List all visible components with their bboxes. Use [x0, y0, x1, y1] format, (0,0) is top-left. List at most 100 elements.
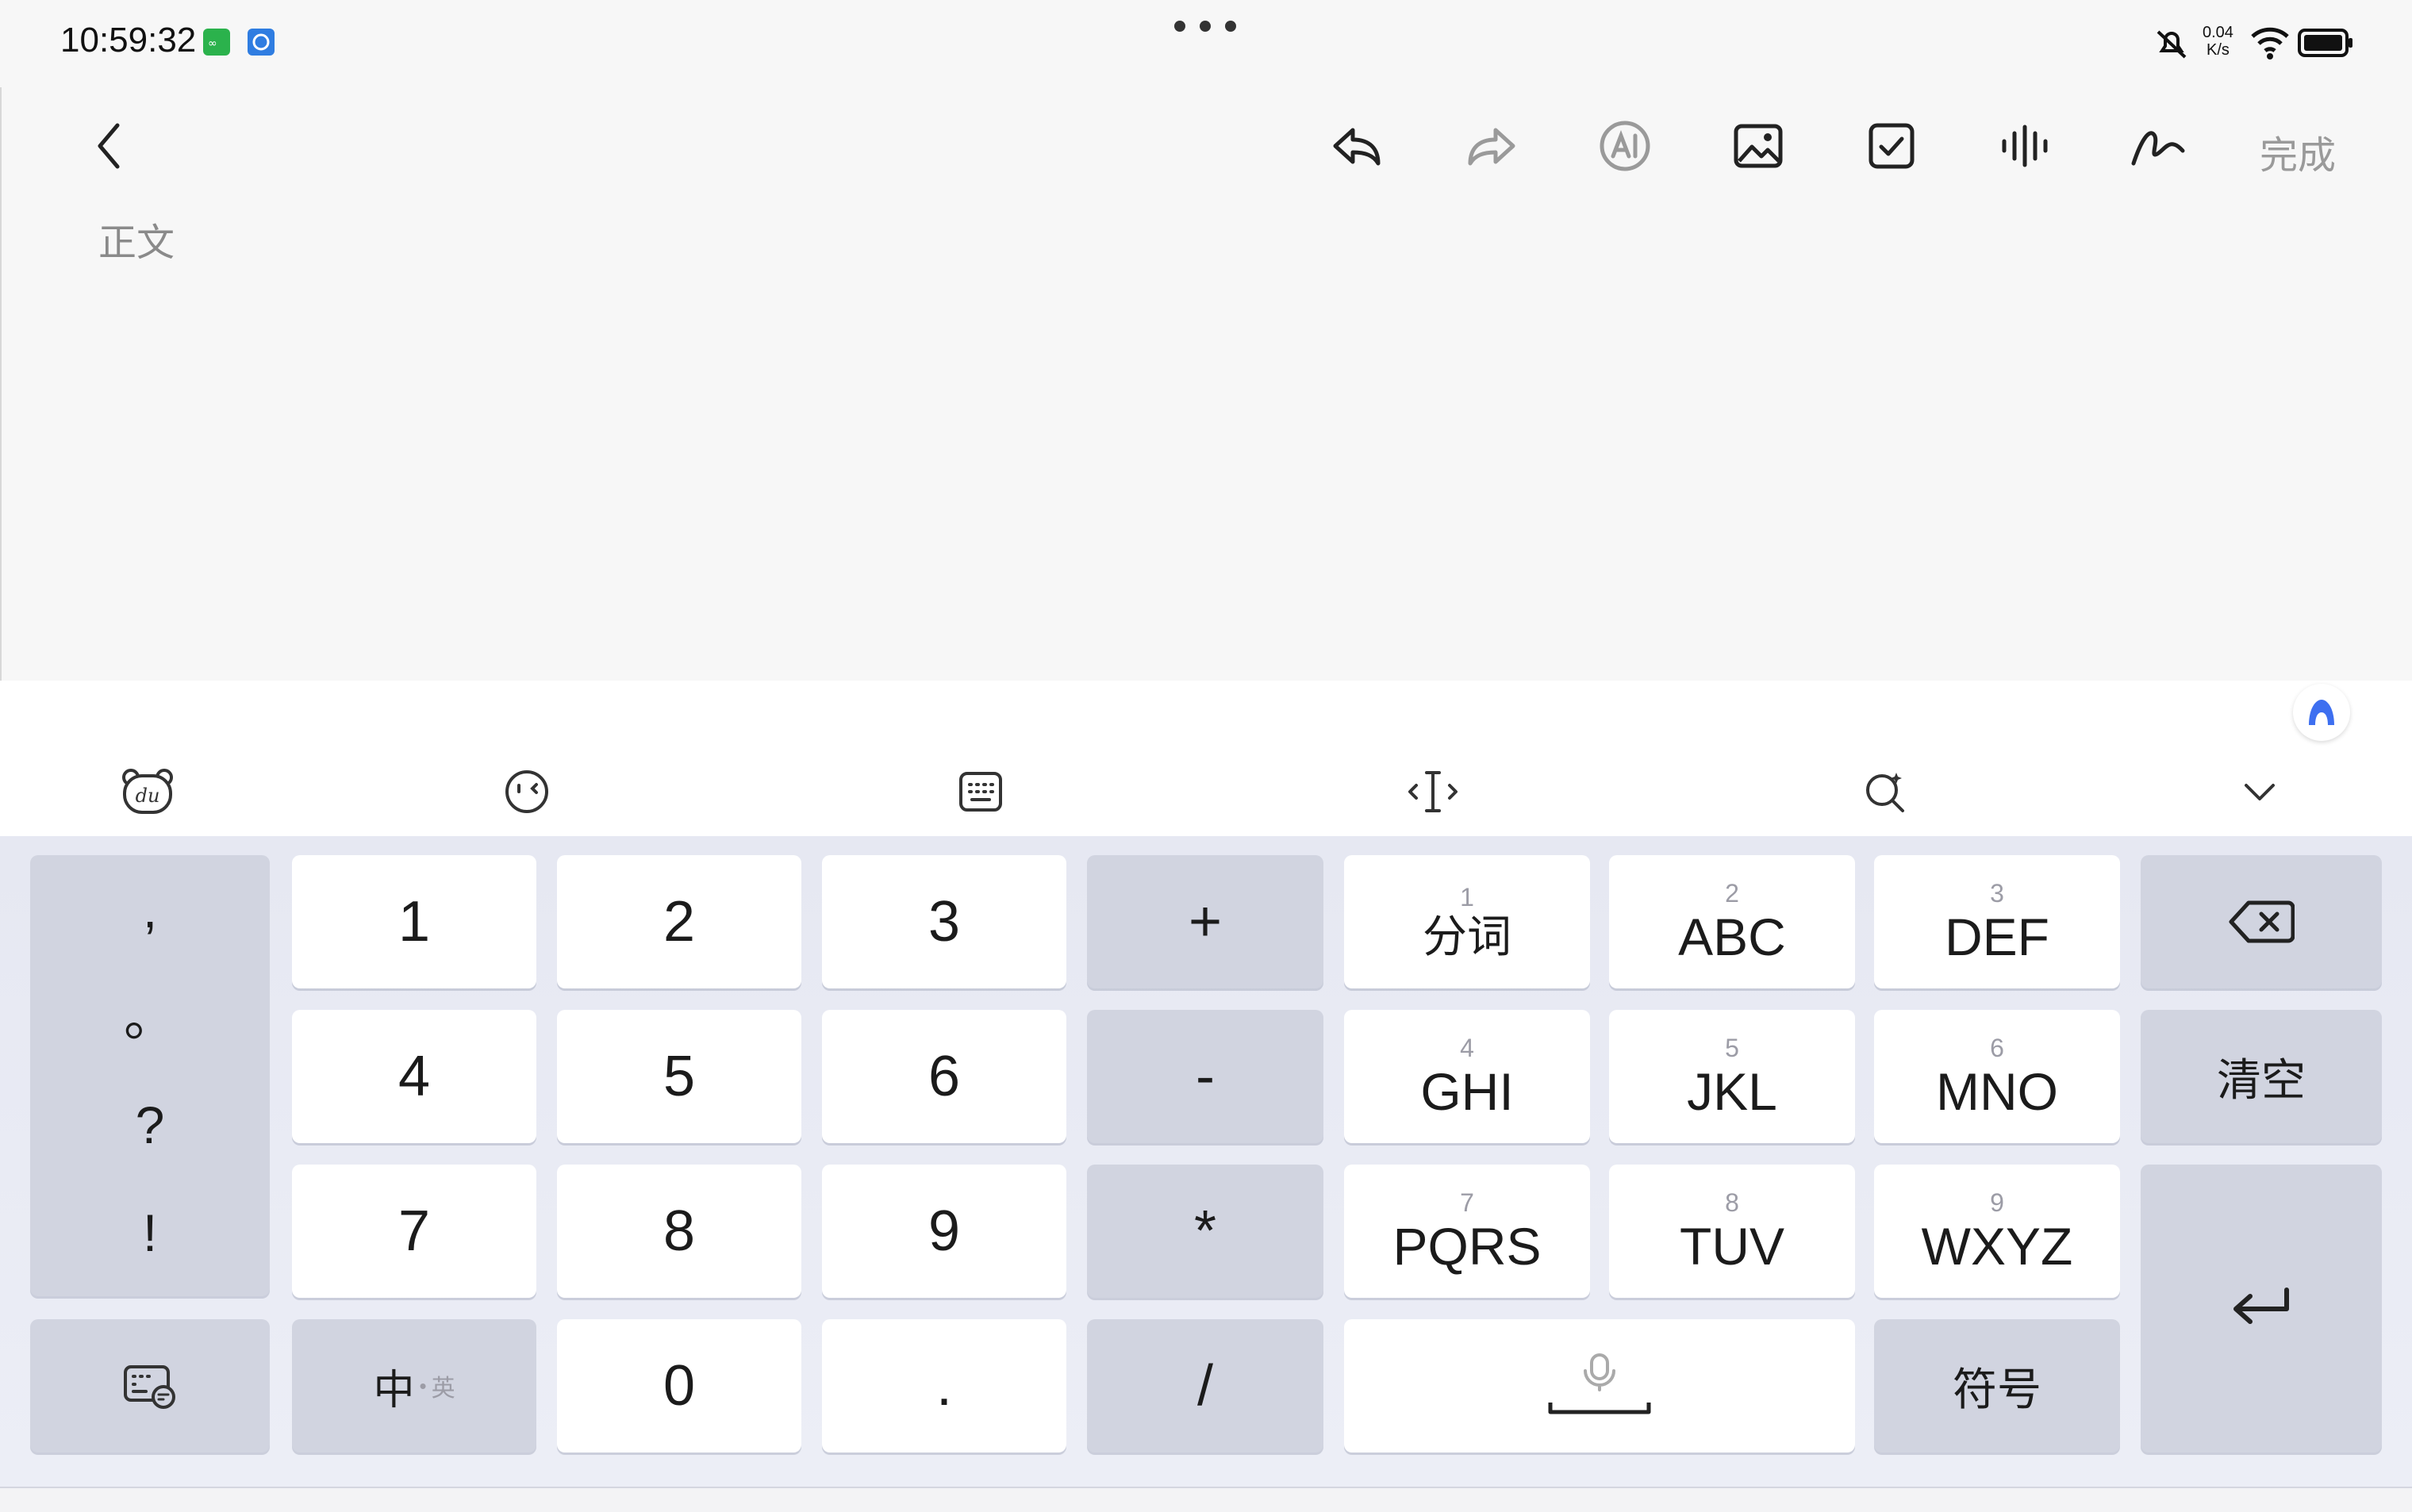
voice-icon[interactable] [1996, 117, 2053, 175]
digit-label: 0 [663, 1354, 696, 1418]
digit-label: 6 [928, 1045, 961, 1108]
enter-icon [2233, 1287, 2289, 1324]
layout-switch-icon [124, 1365, 175, 1409]
window-menu-dots-icon[interactable] [1174, 21, 1236, 32]
ai-icon[interactable] [1596, 117, 1653, 175]
layout-switch-key[interactable] [30, 1319, 270, 1453]
digit-label: 1 [398, 890, 431, 954]
t9-number: 5 [1725, 1034, 1739, 1062]
t9-label: 分词 [1423, 911, 1511, 961]
minus-key[interactable]: - [1087, 1010, 1323, 1143]
t9-key-8[interactable]: 8 TUV [1609, 1165, 1855, 1298]
enter-key[interactable] [2141, 1165, 2382, 1453]
question-key-label[interactable]: ? [136, 1071, 165, 1179]
blue-app-icon [248, 29, 275, 56]
body-placeholder[interactable]: 正文 [98, 211, 175, 267]
du-bear-icon[interactable]: du [116, 760, 179, 823]
svg-text:∞: ∞ [208, 37, 217, 50]
language-toggle-key[interactable]: 中 • 英 [292, 1319, 536, 1453]
t9-number: 9 [1990, 1188, 2004, 1217]
t9-key-3[interactable]: 3 DEF [1874, 855, 2120, 988]
comma-key-label[interactable]: , [143, 855, 157, 963]
digit-key-2[interactable]: 2 [557, 855, 801, 988]
digit-key-0[interactable]: 0 [557, 1319, 801, 1453]
t9-label: JKL [1687, 1062, 1777, 1121]
t9-label: WXYZ [1921, 1217, 2073, 1276]
digit-key-6[interactable]: 6 [822, 1010, 1066, 1143]
redo-icon[interactable] [1463, 117, 1520, 175]
t9-number: 7 [1460, 1188, 1474, 1217]
t9-number: 1 [1460, 883, 1474, 911]
t9-label: ABC [1678, 908, 1786, 966]
t9-key-1[interactable]: 1 分词 [1344, 855, 1590, 988]
mute-bell-icon [2150, 22, 2193, 69]
digit-key-8[interactable]: 8 [557, 1165, 801, 1298]
dot-key[interactable]: . [822, 1319, 1066, 1453]
image-icon[interactable] [1730, 117, 1787, 175]
t9-number: 4 [1460, 1034, 1474, 1062]
handwriting-icon[interactable] [2130, 117, 2187, 175]
t9-number: 2 [1725, 879, 1739, 908]
asterisk-key[interactable]: * [1087, 1165, 1323, 1298]
operator-label: - [1196, 1045, 1215, 1108]
t9-number: 8 [1725, 1188, 1739, 1217]
t9-number: 6 [1990, 1034, 2004, 1062]
lang-separator-dot: • [419, 1373, 427, 1398]
period-key-label[interactable]: 。 [124, 963, 176, 1071]
digit-label: 3 [928, 890, 961, 954]
t9-label: GHI [1420, 1062, 1514, 1121]
battery-icon [2298, 27, 2353, 63]
punctuation-key[interactable]: , 。 ? ! [30, 855, 270, 1296]
symbols-label: 符号 [1953, 1364, 2041, 1414]
undo-icon[interactable] [1328, 117, 1385, 175]
t9-key-2[interactable]: 2 ABC [1609, 855, 1855, 988]
t9-number: 3 [1990, 879, 2004, 908]
collapse-chevron-icon[interactable] [2228, 760, 2291, 823]
space-key[interactable] [1344, 1319, 1855, 1453]
digit-key-1[interactable]: 1 [292, 855, 536, 988]
emoji-icon[interactable] [495, 760, 559, 823]
t9-key-4[interactable]: 4 GHI [1344, 1010, 1590, 1143]
green-app-icon: ∞ [203, 29, 230, 56]
digit-label: 4 [398, 1045, 431, 1108]
operator-label: * [1193, 1199, 1217, 1263]
svg-text:du: du [136, 785, 160, 807]
digit-label: 7 [398, 1199, 431, 1263]
t9-label: MNO [1936, 1062, 2058, 1121]
digit-key-7[interactable]: 7 [292, 1165, 536, 1298]
t9-label: PQRS [1392, 1217, 1542, 1276]
clear-key[interactable]: 清空 [2141, 1010, 2382, 1143]
keyboard-layout-icon[interactable] [949, 760, 1012, 823]
t9-key-5[interactable]: 5 JKL [1609, 1010, 1855, 1143]
back-icon[interactable] [86, 116, 133, 176]
plus-key[interactable]: + [1087, 855, 1323, 988]
digit-key-3[interactable]: 3 [822, 855, 1066, 988]
digit-label: 5 [663, 1045, 696, 1108]
dot-label: . [935, 1354, 952, 1418]
t9-key-6[interactable]: 6 MNO [1874, 1010, 2120, 1143]
slash-key[interactable]: / [1087, 1319, 1323, 1453]
digit-key-4[interactable]: 4 [292, 1010, 536, 1143]
symbols-key[interactable]: 符号 [1874, 1319, 2120, 1453]
search-icon[interactable] [1853, 760, 1917, 823]
t9-label: TUV [1680, 1217, 1784, 1276]
net-speed: 0.04 K/s [2203, 24, 2233, 59]
t9-key-7[interactable]: 7 PQRS [1344, 1165, 1590, 1298]
checkbox-icon[interactable] [1863, 117, 1920, 175]
cursor-move-icon[interactable] [1401, 760, 1465, 823]
microphone-space-icon [1548, 1353, 1651, 1414]
backspace-key[interactable] [2141, 855, 2382, 988]
status-time: 10:59:32 [60, 21, 197, 59]
exclaim-key-label[interactable]: ! [143, 1179, 157, 1287]
backspace-icon [2229, 900, 2295, 943]
t9-key-9[interactable]: 9 WXYZ [1874, 1165, 2120, 1298]
operator-label: + [1188, 890, 1223, 954]
t9-label: DEF [1945, 908, 2049, 966]
digit-key-9[interactable]: 9 [822, 1165, 1066, 1298]
lang-sub-label: 英 [431, 1376, 455, 1402]
assistant-float-icon[interactable] [2293, 684, 2350, 741]
done-button[interactable]: 完成 [2260, 124, 2336, 179]
editor-divider [0, 87, 2, 681]
digit-key-5[interactable]: 5 [557, 1010, 801, 1143]
digit-label: 2 [663, 890, 696, 954]
